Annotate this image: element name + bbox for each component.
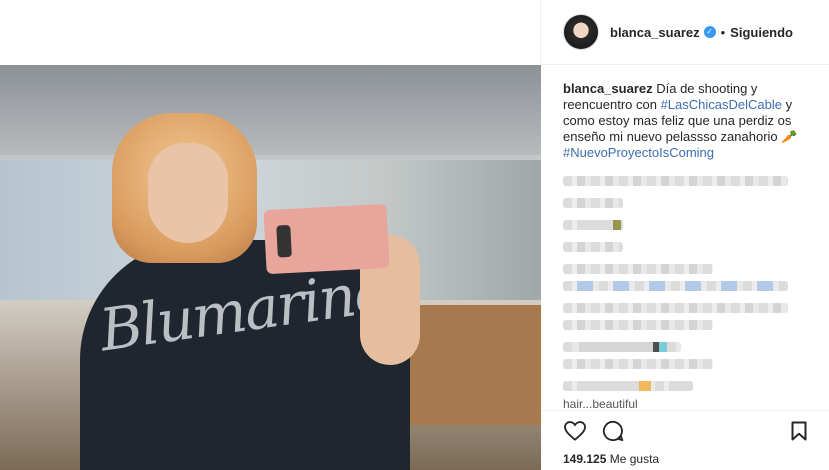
photo-phone [263, 203, 390, 275]
post-media-pane: Blumarine [0, 0, 541, 470]
caption-hashtag-1[interactable]: #LasChicasDelCable [661, 97, 782, 112]
blurred-comment [563, 264, 713, 274]
post-photo[interactable]: Blumarine [0, 65, 541, 470]
header-username[interactable]: blanca_suarez [610, 25, 700, 40]
post-header: blanca_suarez ✓ • Siguiendo [541, 0, 829, 65]
caption-username[interactable]: blanca_suarez [563, 81, 653, 96]
blurred-comment [563, 220, 623, 230]
follow-status-button[interactable]: Siguiendo [730, 25, 793, 40]
likes-number: 149.125 [563, 452, 607, 466]
blurred-comment [563, 381, 693, 391]
bookmark-icon[interactable] [787, 419, 811, 443]
post-actions: 149.125 Me gusta [541, 410, 829, 470]
likes-label: Me gusta [609, 452, 660, 466]
caption-emoji: 🥕 [781, 129, 798, 144]
heart-icon[interactable] [563, 419, 587, 443]
avatar[interactable] [563, 14, 599, 50]
post-caption: blanca_suarez Día de shooting y reencuen… [563, 81, 809, 161]
blurred-comment [563, 342, 681, 352]
blurred-comment [563, 303, 788, 313]
verified-badge-icon: ✓ [703, 26, 716, 38]
blurred-comment [563, 281, 788, 291]
action-icons [563, 419, 811, 443]
blurred-comment [563, 320, 713, 330]
phone-camera [276, 224, 292, 258]
photo-face [148, 143, 228, 243]
photo-ceiling [0, 65, 541, 155]
blurred-comment [563, 198, 623, 208]
blurred-comment [563, 176, 788, 186]
comment-icon[interactable] [601, 419, 625, 443]
caption-hashtag-2[interactable]: #NuevoProyectoIsComing [563, 145, 714, 160]
last-comment-text: hair...beautiful [563, 397, 638, 410]
blurred-comment [563, 359, 713, 369]
likes-count[interactable]: 149.125 Me gusta [563, 452, 811, 466]
header-separator: • [720, 24, 726, 40]
comments-panel[interactable]: blanca_suarez Día de shooting y reencuen… [541, 65, 829, 410]
blurred-comment [563, 242, 623, 252]
